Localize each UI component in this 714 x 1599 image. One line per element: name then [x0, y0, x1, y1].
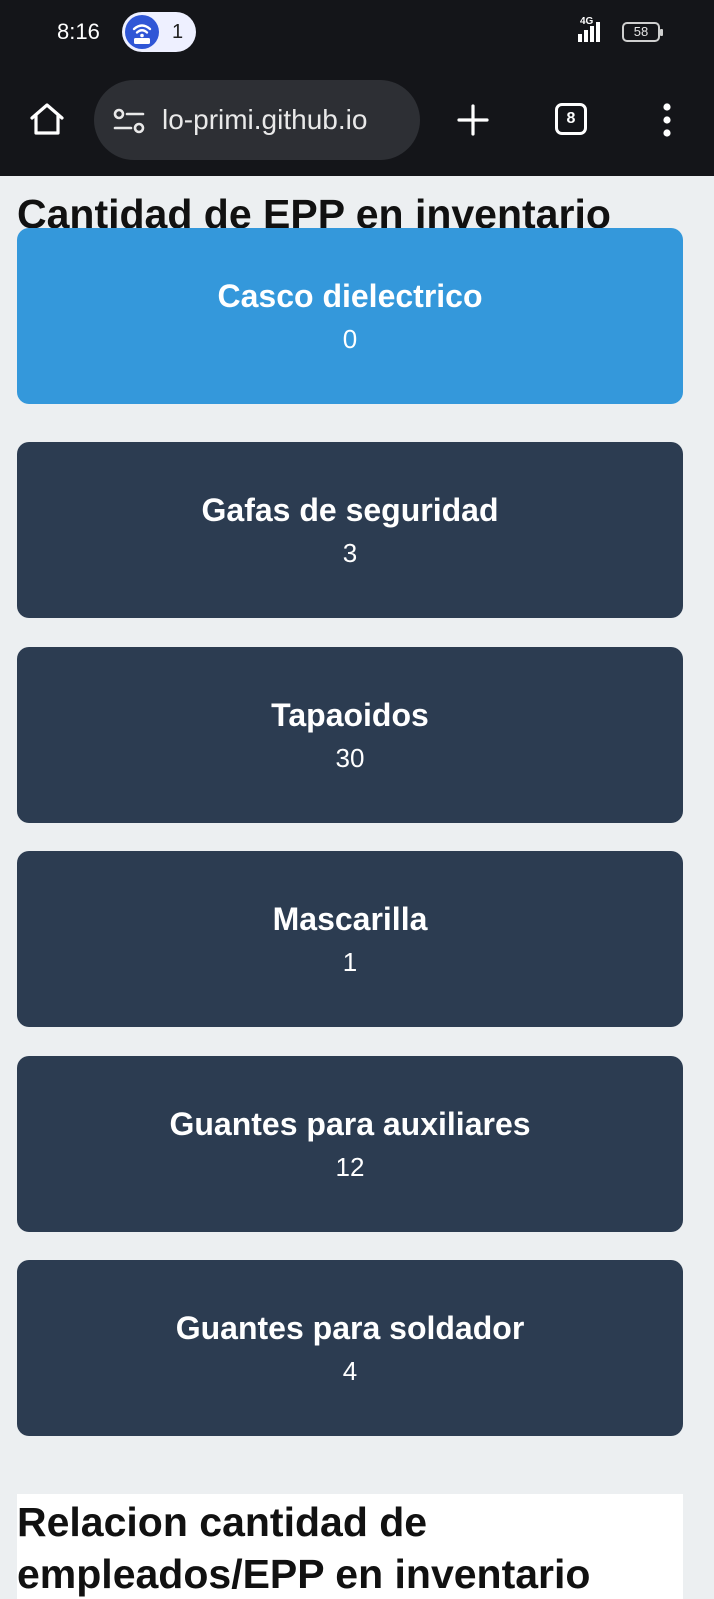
page-content: Cantidad de EPP en inventario Casco diel… [0, 176, 714, 1599]
card-count: 0 [342, 324, 358, 354]
signal-strength-icon [578, 22, 600, 42]
url-text: lo-primi.github.io [162, 104, 368, 135]
home-icon[interactable] [28, 100, 66, 138]
wifi-hotspot-icon [125, 15, 159, 49]
card-label: Tapaoidos [271, 697, 429, 733]
card-label: Gafas de seguridad [201, 492, 499, 528]
inventory-card-gafas[interactable]: Gafas de seguridad 3 [17, 442, 683, 618]
new-tab-icon[interactable] [456, 103, 490, 137]
status-bar: 8:16 1 4G 58 [0, 0, 714, 64]
notification-count: 1 [172, 21, 184, 43]
site-settings-icon[interactable] [112, 108, 146, 134]
battery-icon: 58 [622, 22, 663, 42]
card-count: 30 [335, 743, 365, 773]
card-count: 12 [335, 1152, 365, 1182]
card-count: 3 [342, 538, 358, 568]
battery-level: 58 [633, 24, 649, 39]
inventory-card-tapaoidos[interactable]: Tapaoidos 30 [17, 647, 683, 823]
card-label: Mascarilla [272, 901, 428, 937]
inventory-card-mascarilla[interactable]: Mascarilla 1 [17, 851, 683, 1027]
notification-pill[interactable]: 1 [122, 12, 196, 52]
inventory-card-guantes-soldador[interactable]: Guantes para soldador 4 [17, 1260, 683, 1436]
tab-switcher-button[interactable]: 8 [555, 103, 587, 135]
inventory-card-guantes-auxiliares[interactable]: Guantes para auxiliares 12 [17, 1056, 683, 1232]
browser-toolbar: lo-primi.github.io 8 [0, 64, 714, 176]
clock: 8:16 [57, 19, 100, 44]
card-count: 1 [342, 947, 358, 977]
relation-section: Relacion cantidad de empleados/EPP en in… [17, 1494, 683, 1599]
section-title: Relacion cantidad de empleados/EPP en in… [17, 1499, 591, 1597]
card-label: Guantes para soldador [175, 1310, 525, 1346]
card-count: 4 [342, 1356, 358, 1386]
card-label: Guantes para auxiliares [169, 1106, 531, 1142]
card-label: Casco dielectrico [217, 278, 483, 314]
inventory-card-casco[interactable]: Casco dielectrico 0 [17, 228, 683, 404]
address-bar[interactable]: lo-primi.github.io [94, 80, 420, 160]
more-options-icon[interactable] [660, 102, 674, 138]
